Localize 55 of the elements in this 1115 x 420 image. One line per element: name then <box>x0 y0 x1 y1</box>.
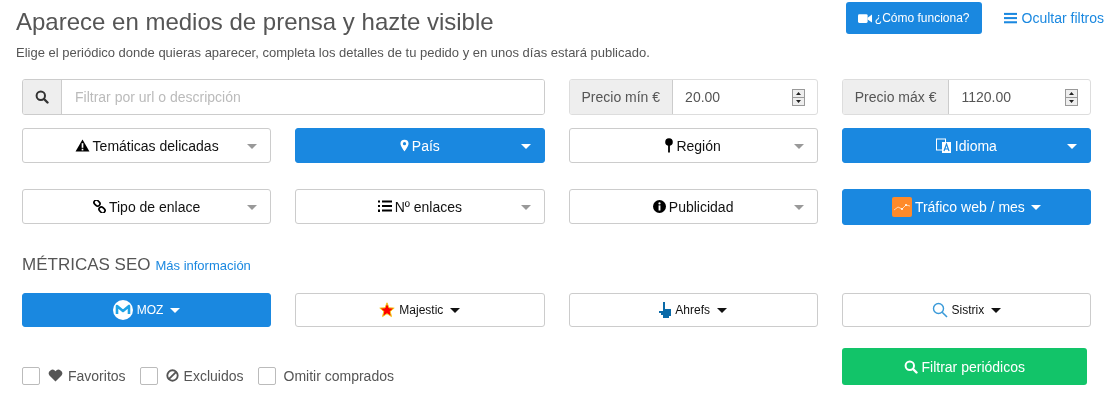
filter-dropdown[interactable]: Publicidad <box>568 189 818 224</box>
checkbox-label: Omitir comprados <box>283 367 394 384</box>
metric-dropdown[interactable]: Ahrefs <box>568 293 818 327</box>
caret-icon <box>170 307 181 313</box>
metric-dropdown[interactable]: Sistrix <box>841 293 1091 327</box>
caret-icon <box>793 144 804 149</box>
filter-dropdown[interactable]: Idioma <box>841 128 1091 163</box>
numbered-list-icon <box>377 200 392 213</box>
video-camera-icon <box>857 12 872 24</box>
search-icon <box>903 359 918 374</box>
metric-dropdown[interactable]: MOZ <box>22 293 272 327</box>
checkbox[interactable] <box>257 366 276 385</box>
magnifier-icon <box>931 302 948 318</box>
pointing-hand-icon <box>659 302 672 318</box>
filter-dropdown[interactable]: Tráfico web / mes <box>841 189 1091 225</box>
filter-dropdown[interactable]: Nº enlaces <box>295 189 545 224</box>
caret-icon <box>450 307 461 313</box>
section-heading: MÉTRICAS SEO <box>22 255 151 275</box>
checkbox[interactable] <box>139 366 158 385</box>
caret-icon <box>1067 144 1077 149</box>
caret-icon <box>247 144 258 149</box>
warning-icon <box>74 139 90 152</box>
menu-icon <box>1003 12 1017 24</box>
caret-icon <box>520 205 531 210</box>
checkbox-label: Excluidos <box>183 367 244 384</box>
caret-icon <box>991 307 1002 313</box>
filter-dropdown[interactable]: País <box>295 128 545 163</box>
caret-icon <box>716 307 727 313</box>
checkbox[interactable] <box>22 366 40 385</box>
location-pin-icon <box>399 139 409 152</box>
page-title: Aparece en medios de prensa y hazte visible <box>16 8 495 36</box>
caret-icon <box>793 205 804 210</box>
hide-filters-link[interactable]: Ocultar filtros <box>1003 10 1104 26</box>
star-icon <box>379 302 396 318</box>
caret-icon <box>247 205 258 210</box>
page-subtitle: Elige el periódico donde quieras aparecer, completa los detalles de tu pedido y en unos días estará publicado. <box>16 44 650 62</box>
caret-icon <box>1030 204 1041 210</box>
pushpin-icon <box>665 138 674 153</box>
search-field[interactable]: Filtrar por url o descripción <box>22 79 545 115</box>
filter-dropdown[interactable]: Región <box>568 128 818 163</box>
chain-link-icon <box>92 200 106 213</box>
line-chart-icon <box>891 197 912 217</box>
info-icon <box>652 200 666 213</box>
translate-icon <box>935 137 952 154</box>
how-it-works-button[interactable]: ¿Cómo funciona? <box>845 2 982 34</box>
logo-circle-icon <box>112 300 133 320</box>
checkbox-label: Favoritos <box>68 367 126 384</box>
search-icon <box>35 90 49 104</box>
ban-icon <box>165 369 179 382</box>
caret-icon <box>520 144 531 149</box>
heart-icon <box>48 369 63 382</box>
filter-dropdown[interactable]: Tipo de enlace <box>22 189 272 224</box>
more-info-link[interactable]: Más información <box>155 258 251 273</box>
metric-dropdown[interactable]: Majestic <box>295 293 545 327</box>
filter-dropdown[interactable]: Temáticas delicadas <box>22 128 272 163</box>
